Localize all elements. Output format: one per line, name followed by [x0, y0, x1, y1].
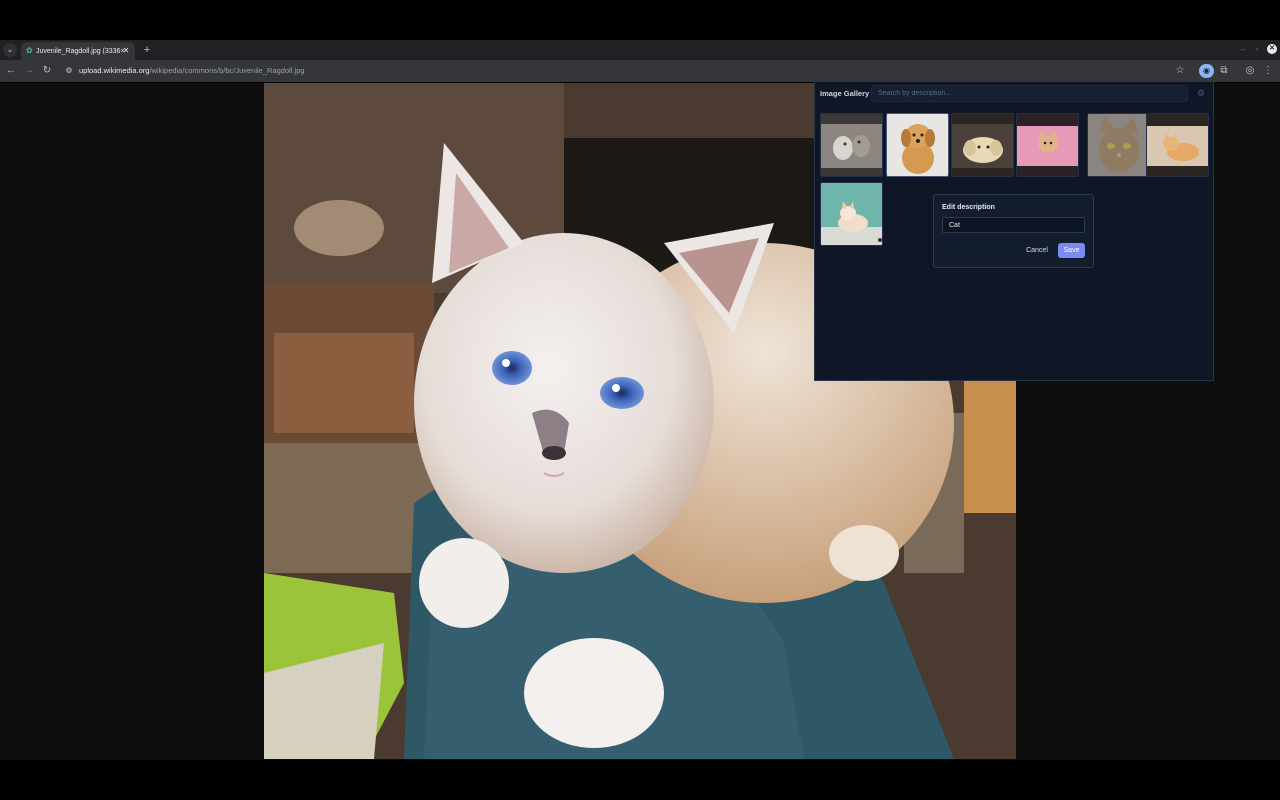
browser-menu-button[interactable]: ⋮ [1261, 64, 1275, 78]
extension-active-icon: ◉ [1203, 66, 1210, 75]
thumbnail-image [1147, 114, 1208, 176]
window-close-button[interactable]: ✕ [1267, 44, 1277, 54]
gallery-thumbnail[interactable] [1016, 113, 1079, 177]
gear-icon: ⚙ [1196, 88, 1206, 98]
edit-description-dialog: Edit description Cancel Save [933, 194, 1094, 268]
bottom-bar [0, 760, 1280, 800]
tab-search-button[interactable]: ⌄ [3, 43, 17, 57]
screen: ⌄ ✿ Juvenile_Ragdoll.jpg (3336× ✕ + – ▫ … [0, 0, 1280, 800]
gallery-thumbnail[interactable] [951, 113, 1014, 177]
tab-title: Juvenile_Ragdoll.jpg (3336× [36, 48, 124, 55]
tab-close-icon[interactable]: ✕ [121, 46, 131, 56]
description-input[interactable] [942, 217, 1085, 233]
back-icon: ← [6, 65, 16, 76]
minimize-button[interactable]: – [1237, 43, 1249, 57]
minimize-icon: – [1240, 45, 1246, 54]
browser-toolbar: ← → ↻ ⚙ upload.wikimedia.org/wikipedia/c… [0, 60, 1280, 82]
new-tab-button[interactable]: + [141, 43, 153, 57]
bookmark-button[interactable]: ☆ [1173, 64, 1187, 78]
profile-button[interactable]: ◎ [1243, 64, 1257, 78]
gallery-extension-button[interactable]: ◉ [1199, 64, 1214, 78]
maximize-button[interactable]: ▫ [1251, 43, 1263, 57]
thumbnail-image [1088, 114, 1149, 176]
extensions-button[interactable]: ⧉ [1217, 64, 1231, 78]
address-bar[interactable]: upload.wikimedia.org/wikipedia/commons/b… [79, 65, 579, 77]
reload-icon: ↻ [42, 65, 52, 76]
thumbnail-image [821, 183, 882, 245]
dialog-title: Edit description [942, 204, 995, 211]
gallery-thumbnail[interactable] [1087, 113, 1150, 177]
thumbnail-image [1017, 114, 1078, 176]
close-icon: ✕ [1269, 45, 1275, 52]
thumbnail-image [821, 114, 882, 176]
url-host: upload.wikimedia.org [79, 66, 150, 75]
thumbnail-image [887, 114, 948, 176]
site-info-button[interactable]: ⚙ [63, 64, 75, 78]
gallery-search-input[interactable] [871, 85, 1188, 102]
tab-strip: ⌄ ✿ Juvenile_Ragdoll.jpg (3336× ✕ + – ▫ [0, 40, 1280, 60]
browser-tab[interactable]: ✿ Juvenile_Ragdoll.jpg (3336× ✕ [21, 42, 135, 60]
gallery-settings-button[interactable]: ⚙ [1196, 88, 1206, 98]
gallery-thumbnail[interactable] [820, 182, 883, 246]
chevron-down-icon: ⌄ [6, 45, 14, 54]
maximize-icon: ▫ [1255, 45, 1259, 54]
back-button[interactable]: ← [4, 64, 18, 78]
forward-icon: → [24, 65, 34, 76]
url-path: /wikipedia/commons/b/bc/Juvenile_Ragdoll… [149, 66, 305, 75]
cancel-button[interactable]: Cancel [1023, 243, 1051, 258]
gallery-title: Image Gallery [820, 89, 870, 98]
gallery-thumbnail[interactable] [820, 113, 883, 177]
gallery-thumbnail[interactable] [886, 113, 949, 177]
forward-button[interactable]: → [22, 64, 36, 78]
thumbnail-image [952, 114, 1013, 176]
site-info-icon: ⚙ [65, 66, 73, 75]
puzzle-icon: ⧉ [1220, 65, 1228, 76]
reload-button[interactable]: ↻ [40, 64, 54, 78]
profile-icon: ◎ [1245, 65, 1255, 76]
gallery-thumbnail[interactable] [1146, 113, 1209, 177]
plus-icon: + [143, 44, 151, 56]
wikimedia-favicon-icon: ✿ [26, 46, 33, 55]
star-icon: ☆ [1175, 65, 1185, 76]
save-button[interactable]: Save [1058, 243, 1085, 258]
menu-icon: ⋮ [1263, 65, 1273, 76]
